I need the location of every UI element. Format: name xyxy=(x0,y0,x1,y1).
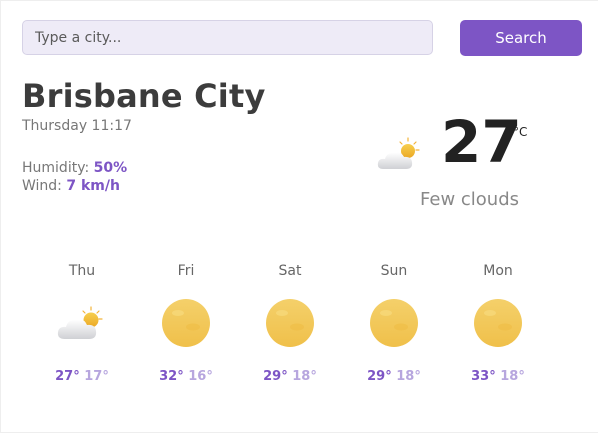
min-temp: 18° xyxy=(396,369,421,384)
min-temp: 17° xyxy=(84,369,109,384)
forecast-day: Mon 33° 18° xyxy=(446,261,550,384)
forecast: Thu 27° 17° Fri 32° 16° Sat 29° 18° Sun … xyxy=(30,261,550,401)
forecast-day: Thu 27° 17° xyxy=(30,261,134,384)
day-name: Thu xyxy=(68,263,96,279)
max-temp: 32° xyxy=(159,369,184,384)
day-name: Sun xyxy=(380,263,408,279)
day-name: Sat xyxy=(278,263,302,279)
day-temperatures: 29° 18° xyxy=(238,369,342,384)
day-temperatures: 29° 18° xyxy=(342,369,446,384)
humidity: Humidity: 50% xyxy=(22,160,127,176)
search-button[interactable]: Search xyxy=(460,20,582,56)
min-temp: 18° xyxy=(500,369,525,384)
humidity-value: 50% xyxy=(93,160,128,176)
wind: Wind: 7 km/h xyxy=(22,178,120,194)
weather-description: Few clouds xyxy=(420,189,520,210)
city-search-input[interactable] xyxy=(22,20,433,55)
min-temp: 16° xyxy=(188,369,213,384)
humidity-label: Humidity: xyxy=(22,160,94,176)
sun-icon xyxy=(162,299,210,347)
forecast-day: Sun 29° 18° xyxy=(342,261,446,384)
temperature-unit: °C xyxy=(513,125,528,139)
sun-icon xyxy=(474,299,522,347)
current-temperature: 27 xyxy=(441,108,522,176)
wind-label: Wind: xyxy=(22,178,67,194)
weather-app: Search Brisbane City Thursday 11:17 Humi… xyxy=(0,0,598,433)
wind-value: 7 km/h xyxy=(66,178,120,194)
max-temp: 29° xyxy=(263,369,288,384)
sun-icon xyxy=(266,299,314,347)
few-clouds-icon xyxy=(57,306,103,339)
day-name: Mon xyxy=(483,263,513,279)
sun-icon xyxy=(370,299,418,347)
day-temperatures: 33° 18° xyxy=(446,369,550,384)
max-temp: 27° xyxy=(55,369,80,384)
current-datetime: Thursday 11:17 xyxy=(22,118,132,134)
forecast-day: Sat 29° 18° xyxy=(238,261,342,384)
max-temp: 33° xyxy=(471,369,496,384)
day-temperatures: 32° 16° xyxy=(134,369,238,384)
day-temperatures: 27° 17° xyxy=(30,369,134,384)
few-clouds-icon xyxy=(377,137,420,169)
forecast-day: Fri 32° 16° xyxy=(134,261,238,384)
min-temp: 18° xyxy=(292,369,317,384)
day-name: Fri xyxy=(177,263,195,279)
max-temp: 29° xyxy=(367,369,392,384)
city-name: Brisbane City xyxy=(22,77,266,115)
